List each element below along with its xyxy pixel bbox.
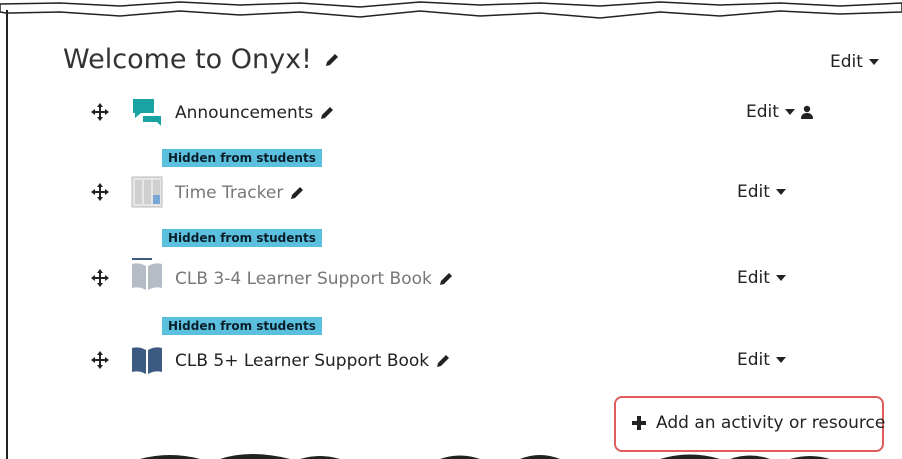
plus-icon	[632, 416, 646, 430]
activity-name: Announcements	[175, 103, 314, 123]
edit-label: Edit	[737, 350, 770, 370]
chevron-down-icon	[775, 357, 786, 363]
activity-link[interactable]: CLB 3-4 Learner Support Book	[175, 269, 454, 289]
book-icon	[132, 347, 162, 374]
page-left-border	[6, 10, 8, 459]
move-icon[interactable]	[91, 351, 109, 369]
pencil-icon[interactable]	[319, 105, 335, 121]
activity-link[interactable]: Announcements	[175, 103, 335, 123]
edit-label: Edit	[737, 182, 770, 202]
activity-row: Time Tracker Edit	[0, 172, 902, 212]
activity-row: CLB 5+ Learner Support Book Edit	[0, 340, 902, 380]
hidden-badge: Hidden from students	[162, 317, 322, 335]
chevron-down-icon	[868, 59, 879, 65]
add-activity-label: Add an activity or resource	[656, 413, 886, 433]
hidden-badge: Hidden from students	[162, 229, 322, 247]
pencil-icon[interactable]	[324, 52, 340, 68]
activity-edit-menu[interactable]: Edit	[737, 182, 786, 202]
torn-edge-bottom	[140, 454, 830, 459]
pencil-icon[interactable]	[438, 271, 454, 287]
activity-name: CLB 3-4 Learner Support Book	[175, 269, 432, 289]
book-icon	[132, 258, 162, 290]
torn-edge-top	[0, 1, 902, 19]
activity-link[interactable]: Time Tracker	[175, 183, 305, 203]
pencil-icon[interactable]	[435, 353, 451, 369]
edit-label: Edit	[830, 52, 863, 72]
hidden-badge: Hidden from students	[162, 149, 322, 167]
section-edit-menu[interactable]: Edit	[830, 52, 879, 72]
pencil-icon[interactable]	[289, 185, 305, 201]
section-title-text: Welcome to Onyx!	[63, 44, 312, 75]
move-icon[interactable]	[91, 269, 109, 287]
activity-name: Time Tracker	[175, 183, 284, 203]
activity-edit-menu[interactable]: Edit	[737, 350, 786, 370]
move-icon[interactable]	[91, 103, 109, 121]
edit-label: Edit	[737, 268, 770, 288]
add-activity-button[interactable]: Add an activity or resource	[632, 413, 885, 433]
activity-row: CLB 3-4 Learner Support Book Edit	[0, 258, 902, 298]
activity-link[interactable]: CLB 5+ Learner Support Book	[175, 351, 451, 371]
activity-name: CLB 5+ Learner Support Book	[175, 351, 430, 371]
activity-edit-menu[interactable]: Edit	[737, 268, 786, 288]
move-icon[interactable]	[91, 183, 109, 201]
chevron-down-icon	[784, 109, 795, 115]
timetracker-icon	[131, 176, 163, 208]
chevron-down-icon	[775, 275, 786, 281]
chevron-down-icon	[775, 189, 786, 195]
activity-edit-menu[interactable]: Edit	[746, 102, 813, 122]
activity-row: Announcements Edit	[0, 92, 902, 132]
edit-label: Edit	[746, 102, 779, 122]
forum-icon	[133, 99, 161, 126]
user-icon	[800, 105, 813, 119]
section-title: Welcome to Onyx!	[63, 44, 340, 75]
